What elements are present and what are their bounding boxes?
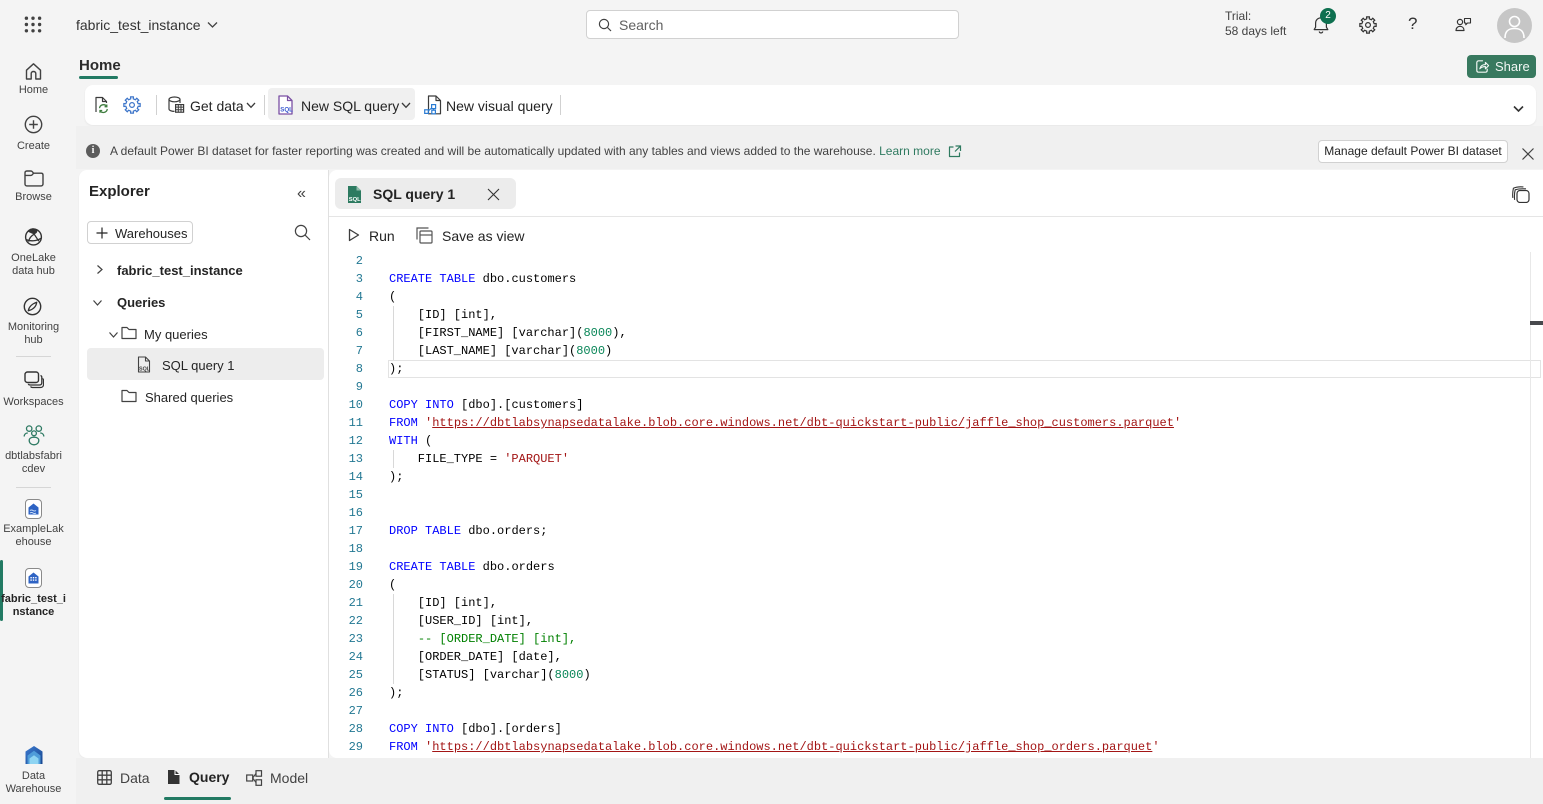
svg-text:SQL: SQL [139,367,151,373]
svg-text:SQL: SQL [349,197,361,203]
svg-text:SQL: SQL [280,107,293,114]
